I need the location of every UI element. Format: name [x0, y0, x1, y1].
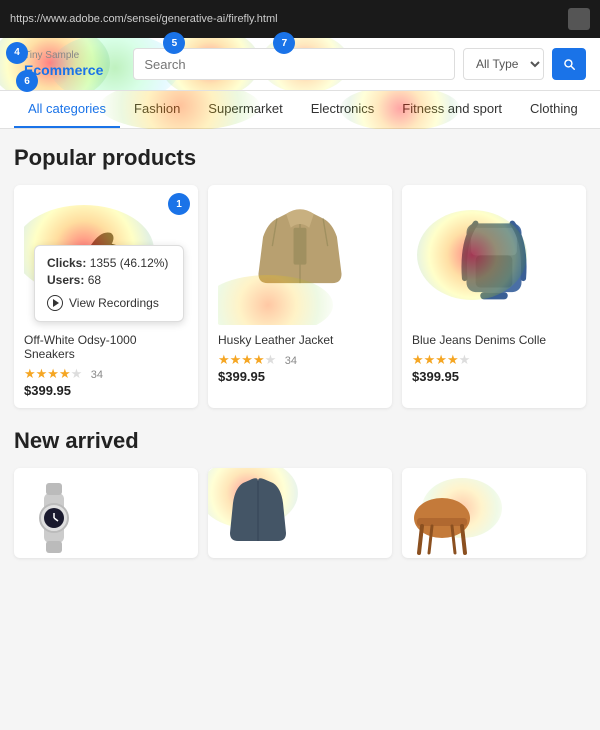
- tooltip-clicks: Clicks: 1355 (46.12%): [47, 256, 171, 270]
- search-icon: [562, 57, 576, 71]
- chair-illustration: [407, 478, 477, 558]
- logo-small-text: Tiny Sample: [24, 50, 103, 62]
- product-stars-sneakers: ★★★★★ 34: [24, 365, 188, 383]
- bubble-1: 1: [168, 193, 190, 215]
- logo-wrapper: 4 Tiny Sample Ecommerce 6: [14, 50, 103, 79]
- new-card-item3[interactable]: [402, 468, 586, 558]
- nav-item-all-categories[interactable]: All categories: [14, 91, 120, 128]
- search-area: 5 7 All Type: [133, 48, 586, 80]
- jacket-illustration: [245, 200, 355, 320]
- product-grid: 1 Clicks: 1355 (46.12%): [14, 185, 586, 408]
- review-count-sneakers: 34: [91, 369, 103, 381]
- product-card-backpack[interactable]: Blue Jeans Denims Colle ★★★★★ $399.95: [402, 185, 586, 408]
- nav-item-electronics[interactable]: Electronics: [297, 91, 389, 128]
- new-arrived-title: New arrived: [14, 428, 586, 454]
- product-card-sneakers[interactable]: 1 Clicks: 1355 (46.12%): [14, 185, 198, 408]
- tooltip-popup: Clicks: 1355 (46.12%) Users: 68 View Rec…: [34, 245, 184, 322]
- jacket2-illustration: [223, 473, 293, 558]
- main-content: Popular products 1 Cl: [0, 129, 600, 574]
- popular-products-title: Popular products: [14, 145, 586, 171]
- view-recordings-label: View Recordings: [69, 296, 159, 310]
- nav-item-supermarket[interactable]: Supermarket: [194, 91, 296, 128]
- backpack-illustration: [444, 205, 544, 315]
- nav-item-fitness[interactable]: Fitness and sport: [388, 91, 516, 128]
- product-image-backpack: [412, 195, 576, 325]
- bubble-6: 6: [16, 70, 38, 92]
- new-card-watch[interactable]: [14, 468, 198, 558]
- browser-top-bar: https://www.adobe.com/sensei/generative-…: [0, 0, 600, 38]
- new-arrived-grid: [14, 468, 586, 558]
- browser-button[interactable]: [568, 8, 590, 30]
- nav-item-fashion[interactable]: Fashion: [120, 91, 194, 128]
- site-header: 4 Tiny Sample Ecommerce 6 5 7 All Type: [0, 38, 600, 91]
- product-stars-jacket: ★★★★★ 34: [218, 351, 382, 369]
- product-price-sneakers: $399.95: [24, 383, 188, 398]
- search-button[interactable]: [552, 48, 586, 80]
- play-triangle: [53, 299, 59, 307]
- product-name-backpack: Blue Jeans Denims Colle: [412, 333, 576, 347]
- main-nav: All categories Fashion Supermarket Elect…: [0, 91, 600, 129]
- product-stars-backpack: ★★★★★: [412, 351, 576, 369]
- watch-illustration: [24, 478, 84, 558]
- search-input[interactable]: [133, 48, 455, 80]
- product-name-sneakers: Off-White Odsy-1000 Sneakers: [24, 333, 188, 361]
- product-price-jacket: $399.95: [218, 369, 382, 384]
- play-icon: [47, 295, 63, 311]
- nav-wrapper: All categories Fashion Supermarket Elect…: [0, 91, 600, 129]
- product-name-jacket: Husky Leather Jacket: [218, 333, 382, 347]
- type-select[interactable]: All Type: [463, 48, 544, 80]
- tooltip-users: Users: 68: [47, 273, 171, 287]
- url-bar: https://www.adobe.com/sensei/generative-…: [10, 13, 560, 25]
- header-top-row: 4 Tiny Sample Ecommerce 6 5 7 All Type: [14, 48, 586, 90]
- product-card-jacket[interactable]: Husky Leather Jacket ★★★★★ 34 $399.95: [208, 185, 392, 408]
- product-image-jacket: [218, 195, 382, 325]
- bubble-4: 4: [6, 42, 28, 64]
- product-price-backpack: $399.95: [412, 369, 576, 384]
- view-recordings-button[interactable]: View Recordings: [47, 295, 171, 311]
- nav-item-clothing[interactable]: Clothing: [516, 91, 592, 128]
- review-count-jacket: 34: [285, 355, 297, 367]
- new-card-jacket2[interactable]: [208, 468, 392, 558]
